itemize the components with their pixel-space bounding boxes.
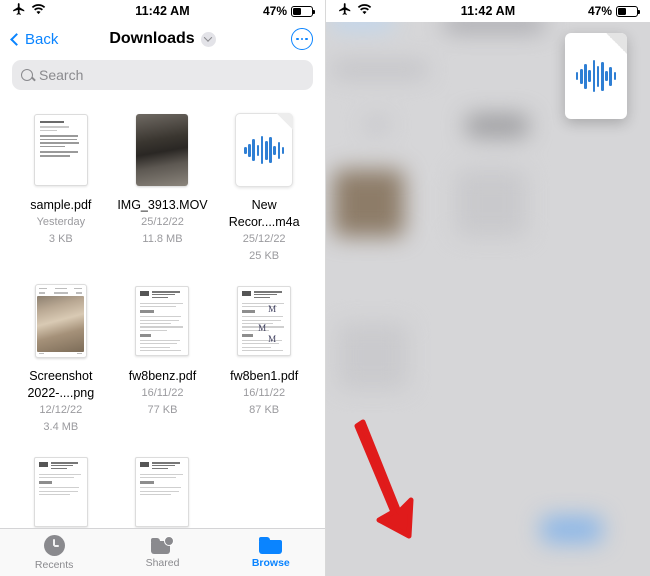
search-bar-container: Search [0, 56, 325, 98]
screenshot-thumbnail [34, 284, 87, 358]
video-thumbnail [136, 114, 189, 186]
file-size: 25 KB [249, 250, 280, 262]
chevron-down-icon[interactable] [200, 31, 216, 47]
status-bar-right: 11:42 AM 47% [326, 0, 650, 22]
page-title: Downloads [109, 30, 195, 47]
search-input[interactable]: Search [12, 60, 313, 90]
file-date: Yesterday [36, 216, 86, 228]
file-name: fw8ben1.pdf [230, 369, 299, 383]
search-placeholder: Search [39, 67, 84, 83]
back-button[interactable]: Back [10, 30, 59, 48]
pdf-form-thumbnail [33, 457, 88, 527]
file-size: 77 KB [147, 404, 178, 416]
file-name: sample.pdf [30, 198, 92, 212]
file-name: Screenshot 2022-....png [27, 369, 95, 400]
file-name: fw8benz.pdf [128, 369, 197, 383]
file-date: 12/12/22 [39, 404, 83, 416]
file-tile-new-recording-m4a[interactable]: New Recor....m4a 25/12/22 25 KB [213, 104, 315, 275]
file-thumbnail [27, 281, 95, 361]
status-bar-right-icons: 47% [587, 4, 640, 18]
left-panel-files-browser: 11:42 AM 47% Back Downloads Search sampl… [0, 0, 325, 576]
file-name: IMG_3913.MOV [117, 198, 208, 212]
pdf-form-thumbnail [135, 286, 190, 356]
waveform-icon [244, 135, 285, 165]
file-size: 3.4 MB [43, 421, 79, 433]
file-thumbnail: M M M [230, 281, 298, 361]
file-thumbnail [128, 452, 196, 532]
file-tile-fw8ben1-pdf[interactable]: M M M fw8ben1.pdf 16/11/22 87 KB [213, 275, 315, 446]
battery-percentage: 47% [262, 4, 287, 18]
file-grid: sample.pdf Yesterday 3 KB IMG_3913.MOV 2… [0, 98, 325, 542]
tab-bar: Recents Shared Browse [0, 528, 325, 576]
tab-shared[interactable]: Shared [108, 536, 216, 569]
chevron-left-icon [10, 32, 23, 46]
file-date: 16/11/22 [141, 387, 184, 399]
file-thumbnail [230, 110, 298, 190]
selected-file-preview[interactable] [565, 33, 627, 119]
file-tile-img-3913-mov[interactable]: IMG_3913.MOV 25/12/22 11.8 MB [112, 104, 214, 275]
file-date: 16/11/22 [243, 387, 286, 399]
file-name: New Recor....m4a [228, 198, 300, 229]
file-thumbnail [27, 110, 95, 190]
tab-label: Recents [34, 558, 74, 571]
battery-icon [616, 5, 640, 17]
file-size: 3 KB [48, 233, 73, 245]
file-date: 25/12/22 [141, 216, 184, 228]
folder-icon [259, 536, 283, 554]
tab-recents[interactable]: Recents [0, 534, 108, 571]
pdf-form-thumbnail [135, 457, 190, 527]
ellipsis-dot [296, 37, 299, 41]
ellipsis-dot [300, 37, 304, 41]
clock-icon [43, 534, 65, 556]
battery-icon [291, 5, 315, 17]
back-button-label: Back [25, 30, 59, 48]
file-size: 11.8 MB [142, 233, 183, 245]
pdf-document-thumbnail [33, 114, 88, 186]
file-tile-fw8benz-pdf[interactable]: fw8benz.pdf 16/11/22 77 KB [112, 275, 214, 446]
battery-percentage: 47% [587, 4, 612, 18]
status-bar-left: 11:42 AM 47% [0, 0, 325, 22]
tab-label: Browse [251, 557, 290, 569]
file-thumbnail [27, 452, 95, 532]
file-date: 25/12/22 [242, 233, 286, 245]
file-size: 87 KB [249, 404, 280, 416]
search-icon [21, 69, 33, 81]
file-tile-screenshot-png[interactable]: Screenshot 2022-....png 12/12/22 3.4 MB [10, 275, 112, 446]
file-tile-sample-pdf[interactable]: sample.pdf Yesterday 3 KB [10, 104, 112, 275]
audio-waveform-file-icon [575, 59, 617, 93]
ellipsis-dot [305, 37, 308, 41]
navigation-bar: Back Downloads [0, 22, 325, 56]
file-thumbnail [128, 281, 196, 361]
status-bar-right-icons: 47% [262, 4, 315, 18]
audio-waveform-file-icon [235, 113, 294, 187]
right-panel-context-menu: 11:42 AM 47% [325, 0, 650, 576]
file-thumbnail [128, 110, 196, 190]
shared-folder-icon [150, 536, 174, 554]
more-options-button[interactable] [291, 28, 313, 50]
tab-browse[interactable]: Browse [217, 536, 325, 569]
screenshot-stage: 11:42 AM 47% Back Downloads Search sampl… [0, 0, 650, 576]
pdf-form-signed-thumbnail: M M M [237, 286, 292, 356]
tab-label: Shared [145, 557, 180, 569]
